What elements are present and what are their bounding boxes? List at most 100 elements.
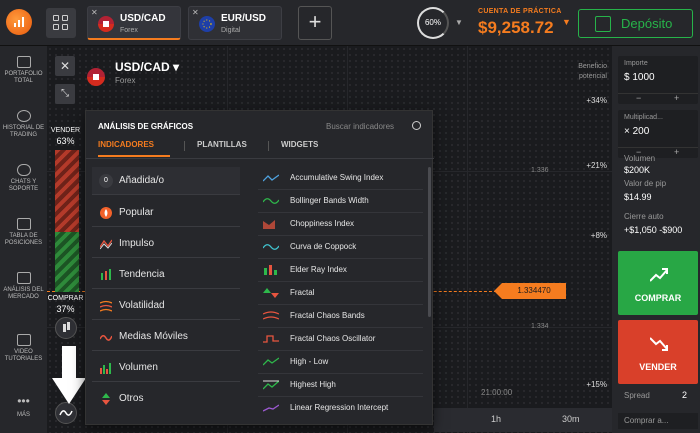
category-label: Impulso bbox=[119, 238, 155, 249]
sell-label: VENDER bbox=[639, 362, 677, 372]
more-dots-icon: ••• bbox=[17, 394, 30, 408]
sidebar-item-history[interactable]: HISTORIAL DE TRADING bbox=[0, 110, 47, 139]
indicator-label: Highest High bbox=[290, 380, 336, 389]
sidebar-item-more[interactable]: ••• MÁS bbox=[0, 394, 47, 419]
grid-line bbox=[467, 46, 468, 433]
assets-grid-button[interactable] bbox=[46, 8, 76, 38]
category-trend[interactable]: Tendencia bbox=[92, 261, 240, 289]
percent-label: +15% bbox=[586, 380, 607, 389]
panel-title: ANÁLISIS DE GRÁFICOS bbox=[98, 122, 194, 131]
category-volume[interactable]: Volumen bbox=[92, 354, 240, 382]
category-added[interactable]: 0 Añadida/o bbox=[92, 167, 240, 195]
logo[interactable] bbox=[6, 9, 32, 35]
indicator-item[interactable]: Bollinger Bands Width bbox=[258, 190, 423, 213]
chevron-down-icon[interactable]: ▼ bbox=[562, 17, 571, 27]
autoclose-value[interactable]: +$1,050 -$900 bbox=[624, 225, 682, 235]
plus-icon[interactable]: + bbox=[674, 147, 679, 157]
indicator-search-input[interactable]: Buscar indicadores bbox=[326, 122, 394, 131]
buy-label: COMPRAR bbox=[634, 293, 682, 303]
balance-value[interactable]: $9,258.72 bbox=[478, 18, 554, 38]
indicator-item[interactable]: High - Low bbox=[258, 351, 423, 374]
tab-sub: Forex bbox=[120, 27, 138, 34]
multiplier-value[interactable]: × 200 bbox=[624, 126, 649, 137]
indicator-item[interactable]: Elder Ray Index bbox=[258, 259, 423, 282]
eur-usd-flag-icon bbox=[199, 16, 215, 32]
search-icon[interactable] bbox=[412, 121, 421, 130]
pip-value: $14.99 bbox=[624, 192, 652, 202]
close-chart-button[interactable]: ✕ bbox=[55, 56, 75, 76]
indicator-item[interactable]: Linear Regression Intercept bbox=[258, 397, 423, 420]
sidebar-item-tutorials[interactable]: VIDEO TUTORIALES bbox=[0, 334, 47, 363]
timeframe-30m[interactable]: 30m bbox=[562, 414, 580, 424]
indicator-item[interactable]: Highest High bbox=[258, 374, 423, 397]
add-tab-button[interactable]: + bbox=[298, 6, 332, 40]
indicator-icon bbox=[263, 174, 279, 182]
sidebar-item-chats[interactable]: CHATS Y SOPORTE bbox=[0, 164, 47, 193]
category-label: Tendencia bbox=[119, 269, 165, 280]
category-volatility[interactable]: Volatilidad bbox=[92, 292, 240, 320]
sell-sentiment-label: VENDER bbox=[50, 127, 81, 134]
expiry-timer[interactable]: 60% bbox=[417, 7, 449, 39]
sell-button[interactable]: VENDER bbox=[618, 320, 698, 384]
deposit-label: Depósito bbox=[621, 16, 673, 31]
plus-icon[interactable]: + bbox=[674, 93, 679, 103]
amount-field[interactable]: Importe $ 1000 − + bbox=[618, 56, 698, 104]
close-icon[interactable]: ✕ bbox=[91, 8, 98, 17]
sidebar-item-label: VIDEO TUTORIALES bbox=[4, 349, 43, 362]
indicator-item[interactable]: Choppiness Index bbox=[258, 213, 423, 236]
volatility-icon bbox=[100, 300, 112, 312]
category-momentum[interactable]: Impulso bbox=[92, 230, 240, 258]
category-moving-averages[interactable]: Medias Móviles bbox=[92, 323, 240, 351]
indicator-icon bbox=[263, 220, 275, 229]
price-axis-label: 1.334 bbox=[531, 323, 549, 330]
sell-sentiment-value: 63% bbox=[56, 136, 75, 146]
added-count-badge: 0 bbox=[99, 174, 113, 188]
flame-icon bbox=[100, 207, 112, 219]
others-icon bbox=[102, 393, 110, 405]
indicator-item[interactable]: Curva de Coppock bbox=[258, 236, 423, 259]
timeframe-1h[interactable]: 1h bbox=[491, 414, 501, 424]
indicator-item[interactable]: Accumulative Swing Index bbox=[258, 167, 423, 190]
category-others[interactable]: Otros bbox=[92, 385, 240, 413]
sell-sentiment: VENDER 63% bbox=[47, 126, 84, 146]
tab-name: EUR/USD bbox=[221, 13, 267, 24]
tab-sub: Digital bbox=[221, 27, 241, 34]
buy-at-button[interactable]: Comprar a... bbox=[618, 413, 698, 429]
buy-button[interactable]: COMPRAR bbox=[618, 251, 698, 315]
pip-label: Valor de pip bbox=[624, 179, 667, 188]
collapse-icon[interactable]: ⤡ bbox=[55, 84, 75, 104]
tab-widgets[interactable]: WIDGETS bbox=[281, 140, 318, 149]
asset-tab-eurusd[interactable]: ✕ EUR/USD Digital bbox=[188, 6, 282, 40]
tab-templates[interactable]: PLANTILLAS bbox=[197, 140, 247, 149]
category-popular[interactable]: Popular bbox=[92, 199, 240, 227]
indicator-icon bbox=[263, 288, 279, 298]
indicator-item[interactable]: Fractal bbox=[258, 282, 423, 305]
deposit-button[interactable]: Depósito bbox=[578, 9, 693, 38]
minus-icon[interactable]: − bbox=[636, 93, 641, 103]
asset-tab-usdcad[interactable]: ✕ USD/CAD Forex bbox=[87, 6, 181, 40]
chat-icon bbox=[16, 164, 31, 176]
amount-value[interactable]: $ 1000 bbox=[624, 72, 655, 83]
tab-divider bbox=[268, 141, 269, 151]
asset-name: USD/CAD ▾ bbox=[115, 60, 180, 74]
indicator-item[interactable]: Fractal Chaos Oscillator bbox=[258, 328, 423, 351]
chevron-down-icon[interactable]: ▼ bbox=[455, 18, 463, 27]
trade-panel: Importe $ 1000 − + Multiplicad... × 200 … bbox=[612, 46, 700, 433]
sidebar-item-label: CHATS Y SOPORTE bbox=[8, 179, 39, 192]
indicator-icon bbox=[263, 380, 279, 390]
sidebar-item-market-analysis[interactable]: ANÁLISIS DEL MERCADO bbox=[0, 272, 47, 301]
moving-average-icon bbox=[100, 335, 112, 341]
sidebar-item-leaderboard[interactable]: TABLA DE POSICIONES bbox=[0, 218, 47, 247]
left-sidebar: PORTAFOLIO TOTAL HISTORIAL DE TRADING CH… bbox=[0, 46, 47, 433]
scrollbar[interactable] bbox=[428, 167, 431, 317]
tab-indicators[interactable]: INDICADORES bbox=[98, 140, 154, 149]
sidebar-item-label: HISTORIAL DE TRADING bbox=[2, 125, 45, 138]
sidebar-item-portfolio[interactable]: PORTAFOLIO TOTAL bbox=[0, 56, 47, 85]
candle-type-button[interactable] bbox=[55, 317, 77, 339]
multiplier-field[interactable]: Multiplicad... × 200 − + bbox=[618, 110, 698, 158]
indicator-label: Fractal Chaos Oscillator bbox=[290, 334, 376, 343]
usd-cad-flag-icon bbox=[98, 16, 114, 32]
close-icon[interactable]: ✕ bbox=[192, 8, 199, 17]
indicator-item[interactable]: Fractal Chaos Bands bbox=[258, 305, 423, 328]
trophy-icon bbox=[16, 218, 31, 230]
